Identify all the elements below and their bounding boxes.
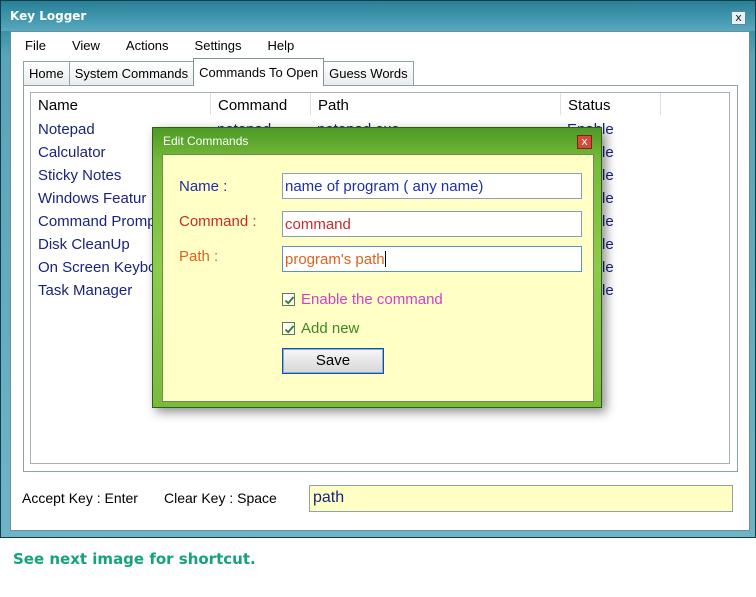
column-header-name[interactable]: Name [31,93,211,115]
menu-view[interactable]: View [59,36,113,56]
command-label: Command : [179,213,257,230]
caption-text: See next image for shortcut. [13,550,256,568]
command-field-value: command [285,216,351,233]
list-header: Name Command Path Status [31,93,729,117]
tab-system-commands[interactable]: System Commands [68,61,195,86]
add-new-label: Add new [301,320,360,337]
enable-command-checkbox[interactable] [282,293,295,306]
window-title: Key Logger [10,9,87,23]
column-header-path[interactable]: Path [311,93,561,115]
path-field-value: program's path [285,251,385,268]
checkmark-icon [284,296,295,305]
add-new-checkbox[interactable] [282,322,295,335]
tab-guess-words[interactable]: Guess Words [323,61,414,86]
row-name: Command Promp [38,213,156,230]
dialog-title: Edit Commands [163,134,249,148]
column-header-status[interactable]: Status [561,93,661,115]
menu-help[interactable]: Help [255,36,308,56]
dialog-close-button[interactable]: x [577,135,592,149]
tab-home[interactable]: Home [23,61,70,86]
dialog-body: Name : name of program ( any name) Comma… [162,154,594,402]
row-name: Disk CleanUp [38,236,130,253]
window-close-button[interactable]: x [731,11,746,25]
enable-command-checkbox-row[interactable]: Enable the command [282,291,443,308]
name-label: Name : [179,178,228,195]
name-field-value: name of program ( any name) [285,178,484,195]
menu-actions[interactable]: Actions [113,36,182,56]
row-name: On Screen Keybo [38,259,157,276]
edit-commands-dialog: Edit Commands x Name : name of program (… [152,127,602,408]
clear-key-label: Clear Key : Space [164,490,277,506]
path-field[interactable]: program's path [282,246,582,272]
key-input-field[interactable]: path [309,485,733,512]
tab-strip: Home System Commands Commands To Open Gu… [23,58,414,86]
row-name: Windows Featur [38,190,147,207]
menu-file[interactable]: File [11,36,59,56]
row-name: Notepad [38,121,95,138]
row-name: Sticky Notes [38,167,122,184]
checkmark-icon [284,325,295,334]
menu-bar: File View Actions Settings Help [11,36,307,56]
command-field[interactable]: command [282,211,582,237]
accept-key-label: Accept Key : Enter [22,490,138,506]
text-caret [384,251,386,267]
menu-settings[interactable]: Settings [182,36,255,56]
enable-command-label: Enable the command [301,291,443,308]
row-name: Calculator [38,144,106,161]
row-name: Task Manager [38,282,133,299]
tab-commands-to-open[interactable]: Commands To Open [193,58,325,86]
save-button[interactable]: Save [282,348,384,374]
path-label: Path : [179,248,219,265]
add-new-checkbox-row[interactable]: Add new [282,320,359,337]
column-header-command[interactable]: Command [211,93,311,115]
name-field[interactable]: name of program ( any name) [282,173,582,199]
title-bar[interactable]: Key Logger x [1,1,755,31]
